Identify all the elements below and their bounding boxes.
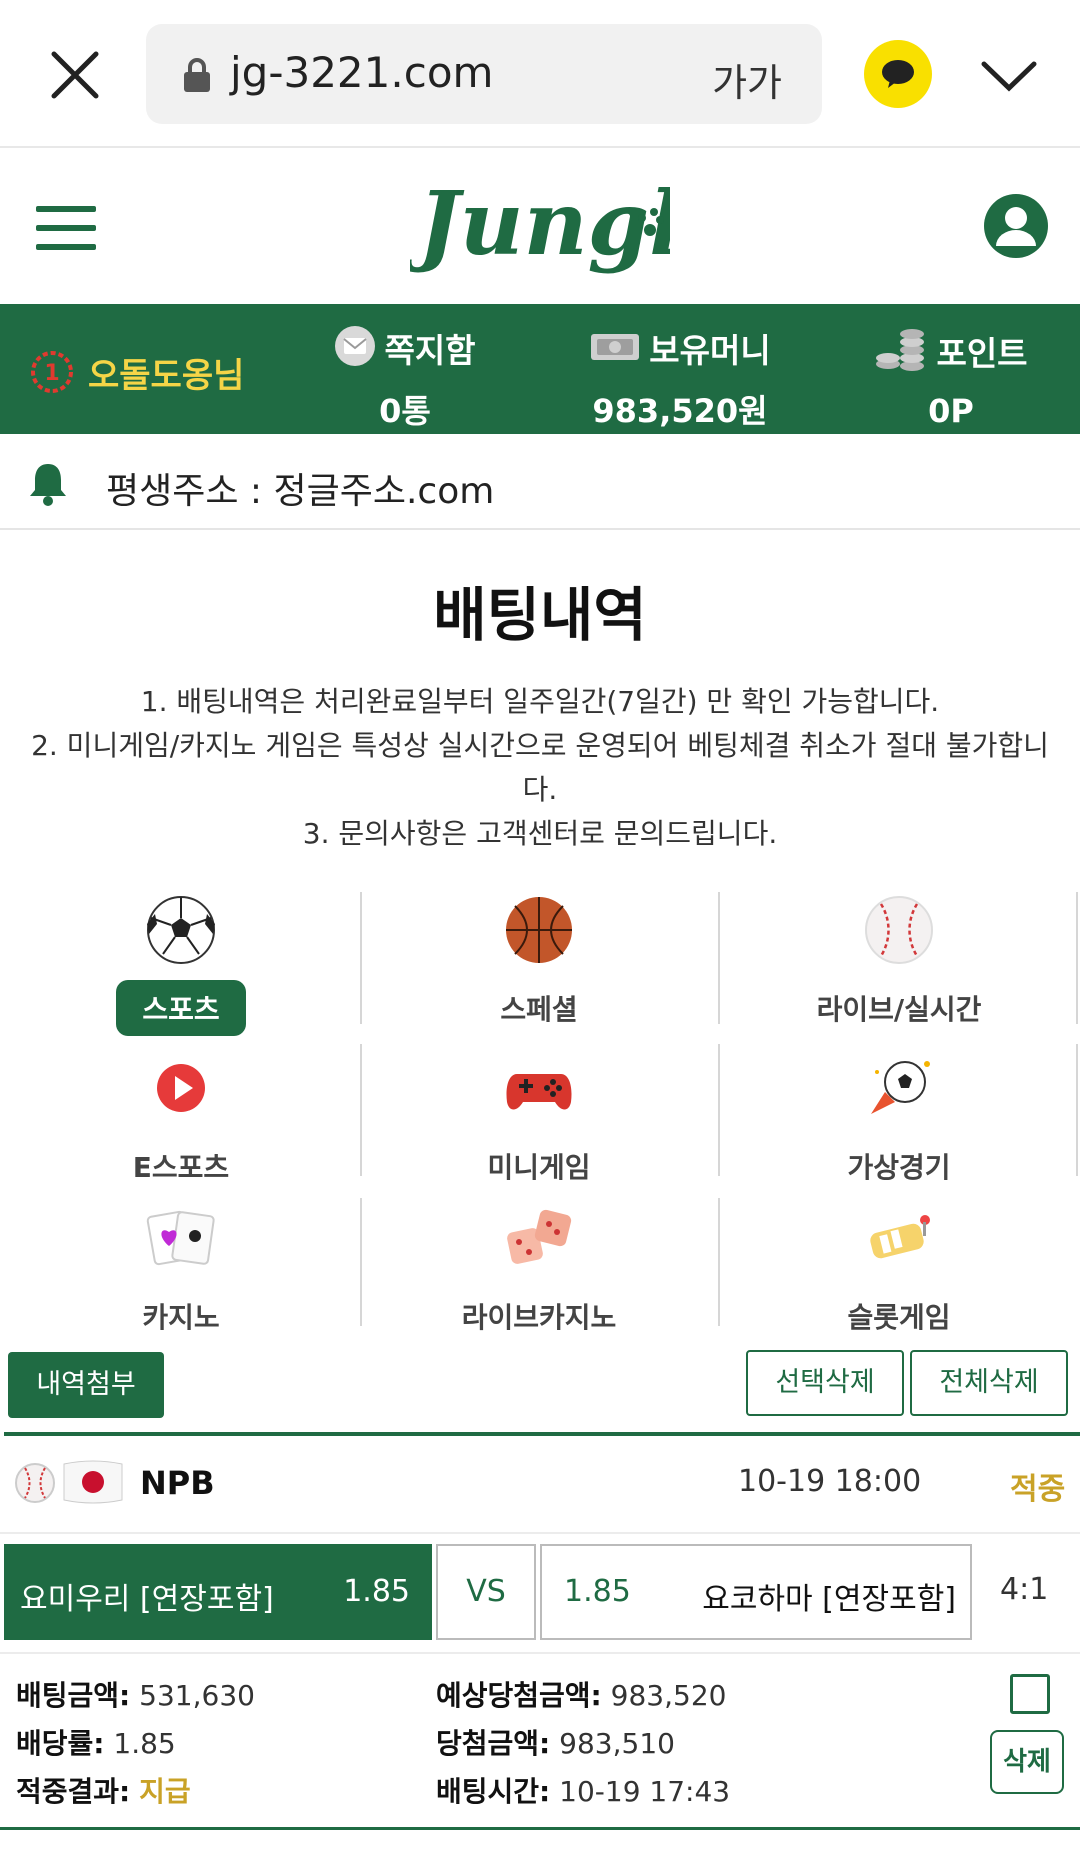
category-virtual[interactable]: 가상경기 [720,1052,1078,1194]
money-stat[interactable]: 보유머니 983,520원 [570,324,790,432]
expected-win: 예상당첨금액: 983,520 [436,1679,727,1712]
delete-button[interactable]: 삭제 [990,1730,1064,1794]
delete-selected-button[interactable]: 선택삭제 [746,1350,904,1416]
level-badge-icon: 1 [30,350,74,394]
bet-time: 배팅시간: 10-19 17:43 [436,1775,731,1808]
category-label: 라이브/실시간 [816,993,982,1026]
messages-stat[interactable]: 쪽지함 0통 [300,324,510,432]
category-live[interactable]: 라이브/실시간 [720,894,1078,1036]
play-icon [145,1052,217,1124]
cash-icon [589,328,641,368]
bell-icon [28,460,68,506]
category-label: 스페셜 [500,993,578,1026]
points-value: 0P [928,392,974,430]
message-icon [334,325,376,371]
away-odds: 1.85 [564,1574,631,1609]
category-label: 카지노 [142,1301,220,1334]
site-header: Jungle [0,150,1080,304]
category-special[interactable]: 스페셜 [360,894,718,1036]
lock-icon [182,58,212,92]
bet-pick-row: 요미우리 [연장포함] 1.85 VS 1.85 요코하마 [연장포함] 4:1 [0,1542,1080,1654]
score: 4:1 [1000,1572,1049,1607]
rule-item: 1. 배팅내역은 처리완료일부터 일주일간(7일간) 만 확인 가능합니다. [140,685,940,718]
user-nickname[interactable]: 오돌도옹님 [88,348,244,397]
notice-bar: 평생주소 : 정글주소.com [0,434,1080,530]
url-bar[interactable]: jg-3221.com 가가 [146,24,822,124]
browser-toolbar: jg-3221.com 가가 [0,0,1080,148]
user-status-bar: 1 오돌도옹님 쪽지함 0통 보유머니 983,520원 포인트 0P [0,304,1080,434]
select-checkbox[interactable] [1010,1674,1050,1714]
user-account-icon[interactable] [982,192,1050,260]
messages-label: 쪽지함 [384,331,476,370]
bet-result: 적중결과: 지급 [16,1775,191,1808]
points-label: 포인트 [936,334,1028,373]
close-icon[interactable] [40,40,110,110]
chevron-down-icon[interactable] [974,46,1044,106]
gamepad-icon [503,1052,575,1124]
baseball-icon [863,894,935,966]
basketball-icon [503,894,575,966]
soccer-rocket-icon [863,1052,935,1124]
vs-label: VS [436,1544,536,1640]
bet-league-row: NPB 10-19 18:00 적중 [0,1436,1080,1534]
category-esports[interactable]: E스포츠 [2,1052,360,1194]
svg-text:1: 1 [44,361,59,386]
svg-text:Jungle: Jungle [410,171,670,275]
money-value: 983,520원 [592,392,768,430]
bet-detail: 배팅금액: 531,630 배당률: 1.85 적중결과: 지급 예상당첨금액:… [0,1660,1080,1830]
cards-icon [145,1202,217,1274]
category-label: E스포츠 [132,1151,230,1184]
category-label: 라이브카지노 [461,1301,617,1334]
points-stat[interactable]: 포인트 0P [846,324,1056,430]
away-team-name: 요코하마 [연장포함] [702,1582,956,1617]
category-label: 미니게임 [487,1151,591,1184]
coins-icon [874,324,928,378]
rules-list: 1. 배팅내역은 처리완료일부터 일주일간(7일간) 만 확인 가능합니다. 2… [20,680,1060,856]
home-team-pick[interactable]: 요미우리 [연장포함] 1.85 [4,1544,432,1640]
dice-icon [503,1202,575,1274]
bet-amount: 배팅금액: 531,630 [16,1679,255,1712]
soccer-ball-icon [145,894,217,966]
baseball-icon [14,1462,56,1504]
league-name: NPB [140,1464,215,1502]
url-text: jg-3221.com [230,48,494,97]
hamburger-menu-icon[interactable] [36,206,96,250]
notice-text: 평생주소 : 정글주소.com [106,471,495,512]
money-label: 보유머니 [649,331,771,370]
jungle-logo[interactable]: Jungle [404,162,739,292]
category-sports[interactable]: 스포츠 [2,894,360,1036]
home-team-name: 요미우리 [연장포함] [20,1582,274,1617]
rule-item: 3. 문의사항은 고객센터로 문의드립니다. [302,817,778,850]
kakao-chat-icon[interactable] [864,40,932,108]
text-size-button[interactable]: 가가 [712,52,782,107]
bet-rate: 배당률: 1.85 [16,1727,176,1760]
rule-item: 2. 미니게임/카지노 게임은 특성상 실시간으로 운영되어 베팅체결 취소가 … [31,729,1049,806]
match-status: 적중 [1010,1472,1066,1507]
category-casino[interactable]: 카지노 [2,1202,360,1344]
category-label: 슬롯게임 [847,1301,951,1334]
won-amount: 당첨금액: 983,510 [436,1727,675,1760]
category-label: 스포츠 [116,980,246,1036]
match-time: 10-19 18:00 [738,1464,922,1499]
home-odds: 1.85 [343,1574,410,1609]
messages-value: 0통 [379,392,431,430]
attach-history-button[interactable]: 내역첨부 [8,1352,164,1418]
category-label: 가상경기 [847,1151,951,1184]
delete-all-button[interactable]: 전체삭제 [910,1350,1068,1416]
category-minigame[interactable]: 미니게임 [360,1052,718,1194]
japan-flag-icon [62,1458,124,1506]
away-team-pick[interactable]: 1.85 요코하마 [연장포함] [540,1544,972,1640]
category-live-casino[interactable]: 라이브카지노 [360,1202,718,1344]
slot-icon [863,1202,935,1274]
category-slot[interactable]: 슬롯게임 [720,1202,1078,1344]
page-title: 배팅내역 [433,581,647,649]
